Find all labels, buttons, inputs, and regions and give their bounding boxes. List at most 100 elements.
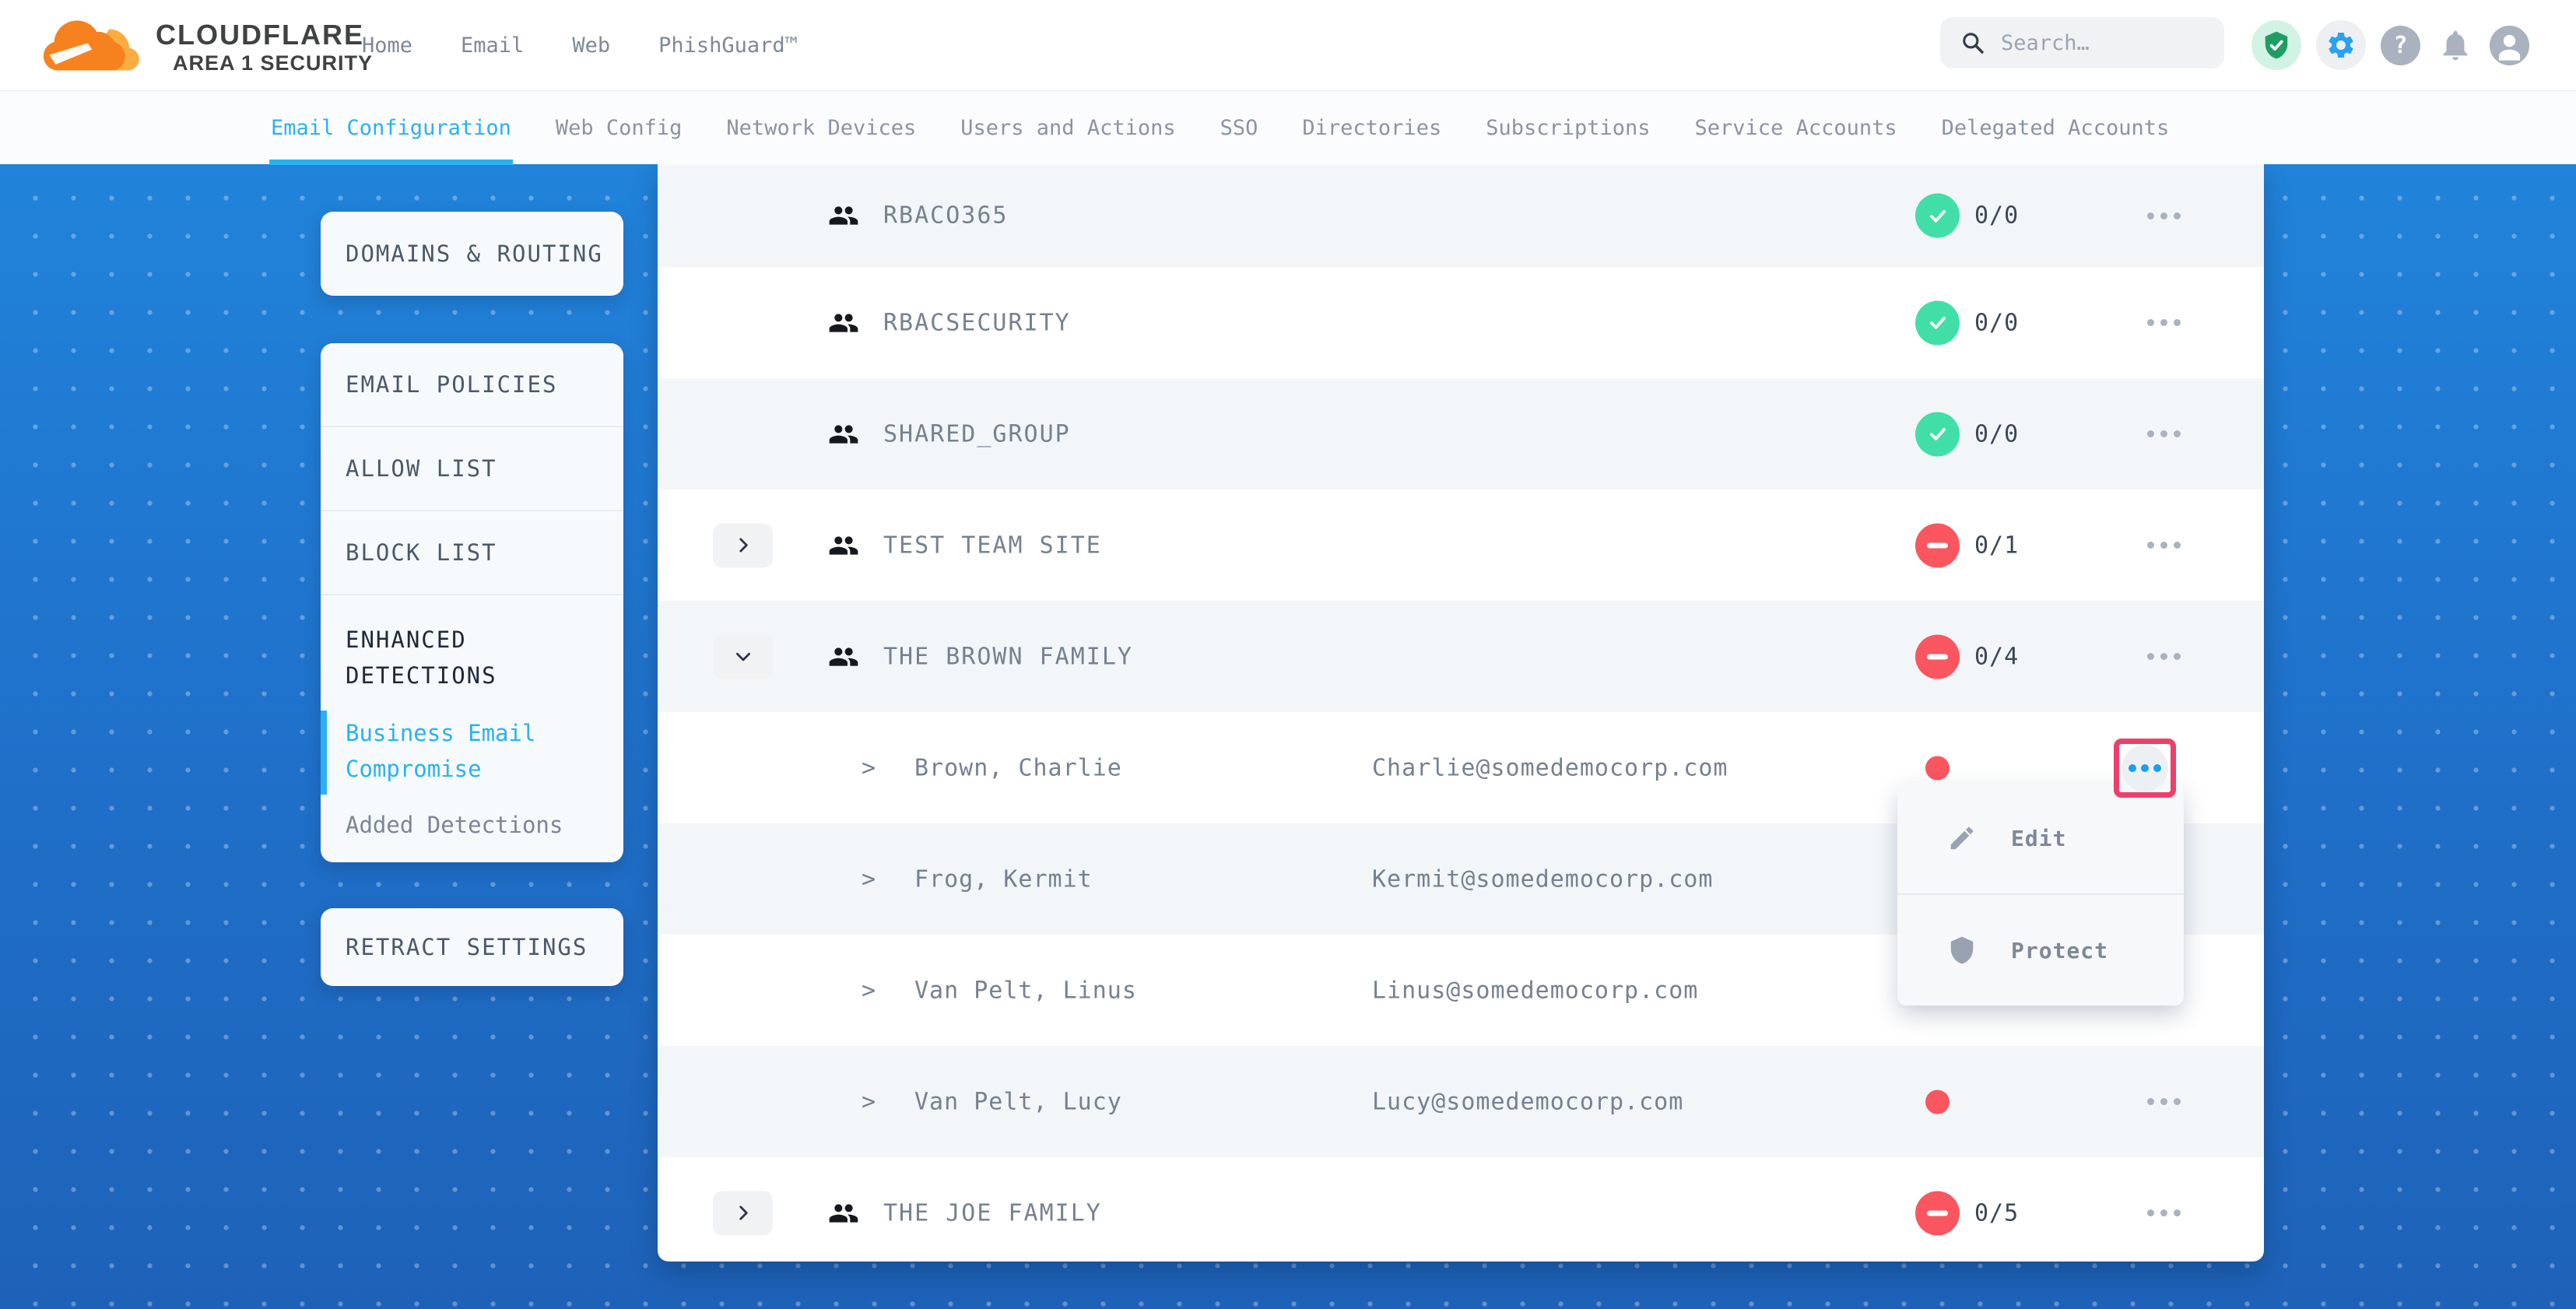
status-dot [1925, 756, 1950, 780]
search-icon [1960, 30, 1985, 55]
user-arrow-icon [862, 754, 876, 781]
search-input[interactable] [1999, 30, 2205, 56]
shield-check-icon[interactable] [2251, 20, 2301, 70]
search-box[interactable] [1940, 17, 2224, 68]
expand-button[interactable] [713, 523, 773, 567]
menu-item-protect[interactable]: Protect [1897, 893, 2184, 1005]
row-menu-button[interactable] [2129, 299, 2199, 347]
protected-count: 0/5 [1974, 1199, 2019, 1227]
row-menu-button[interactable] [2129, 410, 2199, 458]
sidebar-card-domains[interactable]: DOMAINS & ROUTING [321, 212, 623, 296]
menu-item-edit-label: Edit [2011, 826, 2066, 851]
sidebar-item-domains-routing[interactable]: DOMAINS & ROUTING [321, 240, 603, 267]
status-badge [1915, 1191, 1960, 1235]
protected-count: 0/0 [1974, 420, 2019, 447]
tab-web-config[interactable]: Web Config [556, 91, 683, 165]
top-nav-item[interactable]: PhishGuard™ [658, 33, 798, 58]
sidebar-item-block-list[interactable]: BLOCK LIST [321, 511, 623, 595]
tab-sso[interactable]: SSO [1220, 91, 1258, 165]
group-people-icon [828, 307, 859, 339]
sidebar-item-enhanced-detections[interactable]: ENHANCED DETECTIONS [346, 622, 602, 693]
tab-delegated-accounts[interactable]: Delegated Accounts [1942, 91, 2170, 165]
top-nav-item[interactable]: Web [572, 33, 610, 58]
row-menu-button[interactable] [2129, 191, 2199, 240]
tab-subscriptions[interactable]: Subscriptions [1486, 91, 1650, 165]
policy-list: EMAIL POLICIESALLOW LISTBLOCK LIST [321, 343, 623, 595]
help-glyph: ? [2393, 32, 2407, 59]
top-nav-item[interactable]: Home [362, 33, 412, 58]
content-canvas: DOMAINS & ROUTING EMAIL POLICIESALLOW LI… [0, 164, 2576, 1309]
sidebar-item-allow-list[interactable]: ALLOW LIST [321, 427, 623, 511]
cloudflare-logo[interactable]: CLOUDFLARE AREA 1 SECURITY [40, 8, 373, 76]
groups-table: RBACO365 0/0 RBACSECURITY 0/0 [658, 164, 2264, 1262]
minus-icon [1927, 1210, 1948, 1216]
chevron-icon [733, 1203, 753, 1223]
user-name: Frog, Kermit [914, 865, 1093, 893]
row-menu-button-active[interactable] [2122, 745, 2168, 791]
status-dot [1925, 1090, 1950, 1114]
sidebar-item-business-email-compromise[interactable]: Business Email Compromise [346, 715, 595, 787]
sidebar-card-retract[interactable]: RETRACT SETTINGS [321, 908, 623, 986]
shield-icon [1947, 935, 1977, 965]
group-row: SHARED_GROUP 0/0 [658, 378, 2264, 490]
highlighted-menu-anchor [2114, 739, 2176, 798]
logo-brand: CLOUDFLARE [156, 20, 373, 50]
chevron-icon [733, 535, 753, 556]
minus-icon [1927, 654, 1948, 659]
menu-item-edit[interactable]: Edit [1897, 783, 2184, 893]
group-people-icon [828, 1198, 859, 1229]
user-arrow-icon [862, 865, 876, 893]
group-name: THE JOE FAMILY [883, 1199, 1102, 1227]
tab-directories[interactable]: Directories [1302, 91, 1441, 165]
settings-gear-icon[interactable] [2316, 20, 2366, 70]
chevron-icon [733, 647, 753, 667]
enhanced-detections-section: ENHANCED DETECTIONS Business Email Compr… [321, 595, 623, 843]
protected-count: 0/4 [1974, 643, 2019, 670]
group-name: RBACSECURITY [883, 309, 1071, 336]
protected-count: 0/0 [1974, 309, 2019, 336]
user-name: Van Pelt, Lucy [914, 1088, 1122, 1115]
group-row: THE BROWN FAMILY 0/4 [658, 601, 2264, 712]
user-email: Lucy@somedemocorp.com [1372, 1088, 1683, 1115]
tab-network-devices[interactable]: Network Devices [726, 91, 916, 165]
protected-count: 0/0 [1974, 202, 2019, 230]
status-badge [1915, 412, 1960, 456]
row-menu-button[interactable] [2129, 633, 2199, 681]
group-row: RBACSECURITY 0/0 [658, 267, 2264, 378]
status-badge [1915, 300, 1960, 345]
sidebar-item-retract-settings[interactable]: RETRACT SETTINGS [321, 934, 588, 960]
expand-button[interactable] [713, 634, 773, 679]
sidebar-item-email-policies[interactable]: EMAIL POLICIES [321, 343, 623, 427]
row-menu-button[interactable] [2129, 1189, 2199, 1237]
protected-count: 0/1 [1974, 532, 2019, 559]
row-menu-button[interactable] [2129, 1078, 2199, 1126]
sidebar-card-policies: EMAIL POLICIESALLOW LISTBLOCK LIST ENHAN… [321, 343, 623, 862]
group-row: RBACO365 0/0 [658, 164, 2264, 267]
account-icon[interactable] [2490, 26, 2529, 65]
tab-users-and-actions[interactable]: Users and Actions [960, 91, 1175, 165]
group-people-icon [828, 530, 859, 561]
notifications-bell-icon[interactable] [2435, 26, 2475, 65]
group-name: SHARED_GROUP [883, 420, 1071, 447]
config-tabs: Email Configuration Web Config Network Dev… [271, 91, 2169, 165]
header-icon-cluster: ? [2251, 0, 2529, 90]
group-name: THE BROWN FAMILY [883, 643, 1133, 670]
help-icon[interactable]: ? [2381, 26, 2420, 65]
sidebar-item-added-detections[interactable]: Added Detections [346, 807, 595, 843]
user-name: Brown, Charlie [914, 754, 1122, 781]
expand-button[interactable] [713, 1191, 773, 1235]
check-icon [1926, 204, 1950, 227]
user-name: Van Pelt, Linus [914, 977, 1137, 1004]
status-badge [1915, 634, 1960, 679]
logo-sub: AREA 1 SECURITY [173, 50, 373, 76]
group-name: RBACO365 [883, 202, 1009, 230]
status-badge [1915, 523, 1960, 567]
user-email: Linus@somedemocorp.com [1372, 977, 1698, 1004]
minus-icon [1927, 542, 1948, 548]
row-menu-button[interactable] [2129, 521, 2199, 570]
tab-service-accounts[interactable]: Service Accounts [1695, 91, 1897, 165]
tab-email-configuration[interactable]: Email Configuration [271, 91, 511, 165]
status-badge [1915, 194, 1960, 238]
user-arrow-icon [862, 977, 876, 1004]
top-nav-item[interactable]: Email [461, 33, 524, 58]
